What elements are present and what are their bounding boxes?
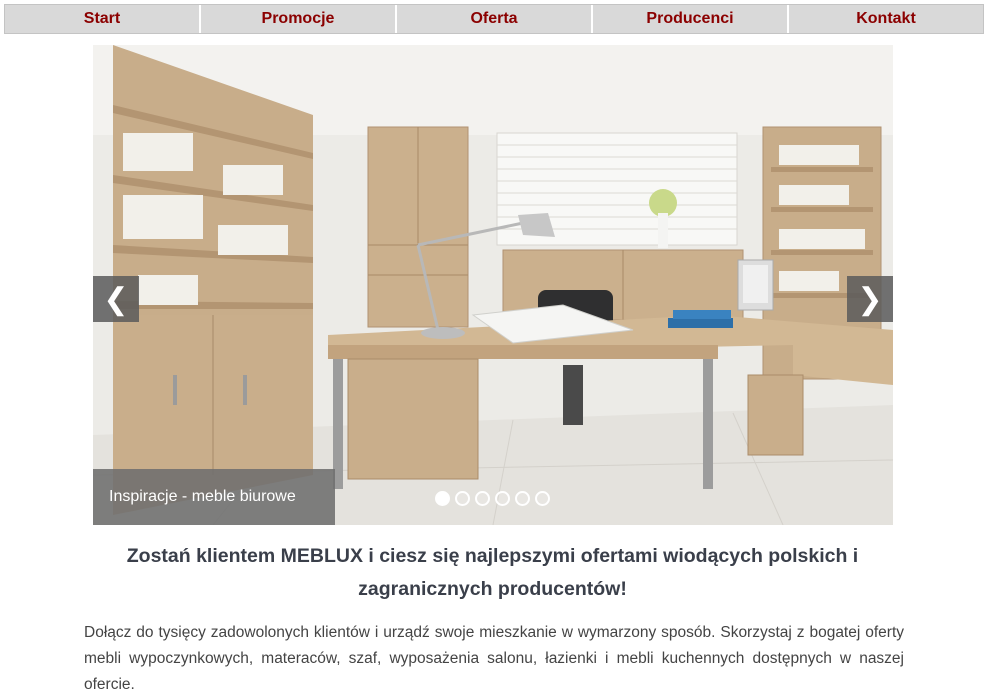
nav-start[interactable]: Start [5,5,201,33]
slider-dot-1[interactable] [435,491,450,506]
promo-headline: Zostań klientem MEBLUX i ciesz się najle… [126,545,859,600]
nav-kontakt[interactable]: Kontakt [789,5,983,33]
slide-caption-text: Inspiracje - meble biurowe [109,488,296,505]
slider-dot-3[interactable] [475,491,490,506]
slider-next-button[interactable]: ❯ [847,276,893,322]
image-slider: ❮ ❯ Inspiracje - meble biurowe [93,45,893,525]
nav-oferta[interactable]: Oferta [397,5,593,33]
slide-caption: Inspiracje - meble biurowe [93,469,335,525]
chevron-left-icon: ❮ [103,282,129,316]
slider-dot-4[interactable] [495,491,510,506]
slider-dot-6[interactable] [535,491,550,506]
office-furniture-image [93,45,893,525]
slider-pagination [435,491,550,506]
intro-paragraph: Dołącz do tysięcy zadowolonych klientów … [84,624,904,693]
main-nav: Start Promocje Oferta Producenci Kontakt [4,4,984,34]
nav-producenci[interactable]: Producenci [593,5,789,33]
nav-promocje[interactable]: Promocje [201,5,397,33]
slider-prev-button[interactable]: ❮ [93,276,139,322]
slider-dot-5[interactable] [515,491,530,506]
chevron-right-icon: ❯ [857,282,883,316]
slider-dot-2[interactable] [455,491,470,506]
